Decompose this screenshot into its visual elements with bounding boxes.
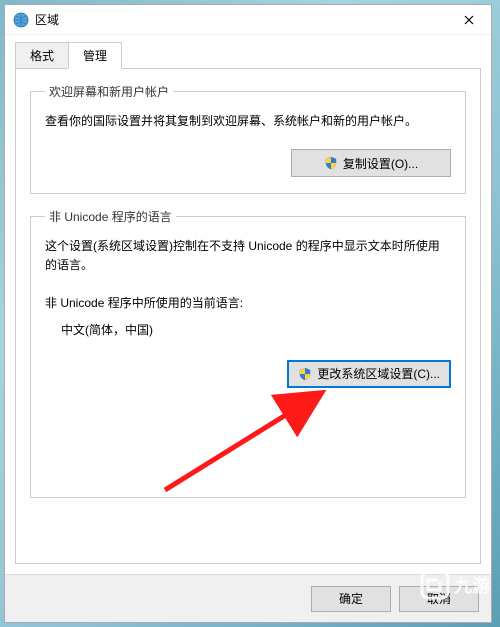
tab-admin[interactable]: 管理 <box>68 42 122 69</box>
copy-settings-button[interactable]: 复制设置(O)... <box>291 149 451 177</box>
group-welcome-screen: 欢迎屏幕和新用户帐户 查看你的国际设置并将其复制到欢迎屏幕、系统帐户和新的用户帐… <box>30 83 466 194</box>
ok-button[interactable]: 确定 <box>311 586 391 612</box>
group-welcome-legend: 欢迎屏幕和新用户帐户 <box>45 83 173 100</box>
current-language-label: 非 Unicode 程序中所使用的当前语言: <box>45 294 451 311</box>
cancel-button[interactable]: 取消 <box>399 586 479 612</box>
close-button[interactable] <box>446 5 491 35</box>
tabs: 格式 管理 <box>15 41 481 68</box>
current-language-value: 中文(简体，中国) <box>45 321 451 338</box>
welcome-desc: 查看你的国际设置并将其复制到欢迎屏幕、系统帐户和新的用户帐户。 <box>45 112 451 131</box>
tab-content-admin: 欢迎屏幕和新用户帐户 查看你的国际设置并将其复制到欢迎屏幕、系统帐户和新的用户帐… <box>15 68 481 564</box>
nonunicode-desc: 这个设置(系统区域设置)控制在不支持 Unicode 的程序中显示文本时所使用的… <box>45 237 451 275</box>
uac-shield-icon <box>324 156 338 170</box>
globe-icon <box>13 12 29 28</box>
copy-settings-label: 复制设置(O)... <box>343 155 418 172</box>
titlebar: 区域 <box>5 5 491 35</box>
group-nonunicode: 非 Unicode 程序的语言 这个设置(系统区域设置)控制在不支持 Unico… <box>30 208 466 498</box>
change-system-locale-label: 更改系统区域设置(C)... <box>317 365 440 382</box>
change-system-locale-button[interactable]: 更改系统区域设置(C)... <box>287 360 451 388</box>
window-title: 区域 <box>35 11 446 28</box>
uac-shield-icon <box>298 367 312 381</box>
dialog-button-bar: 确定 取消 <box>5 574 491 622</box>
group-nonunicode-legend: 非 Unicode 程序的语言 <box>45 208 176 225</box>
region-dialog: 区域 格式 管理 欢迎屏幕和新用户帐户 查看你的国际设置并将其复制到欢迎屏幕、系… <box>4 4 492 623</box>
tab-format[interactable]: 格式 <box>15 42 69 69</box>
